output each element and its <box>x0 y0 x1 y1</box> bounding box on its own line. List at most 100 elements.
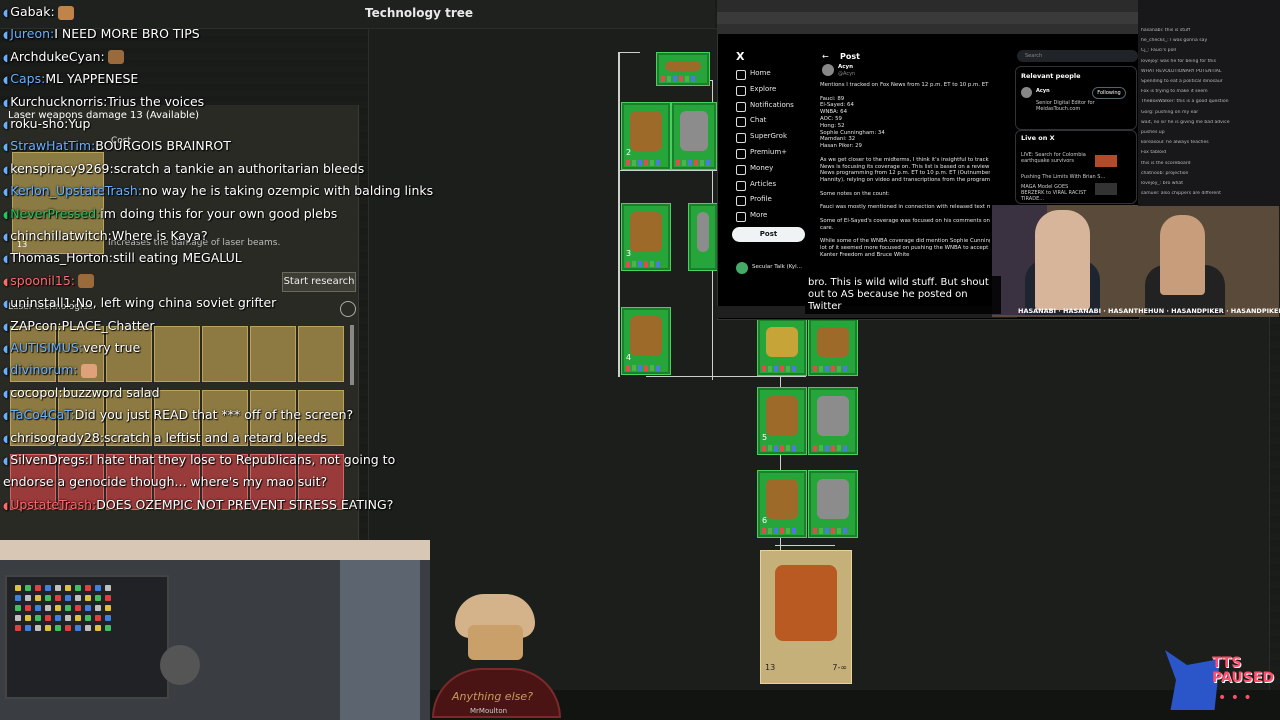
more-icon[interactable] <box>736 212 746 223</box>
twitch-chat-message: he_checks_: I was gonna say <box>1141 38 1208 44</box>
back-arrow-icon[interactable]: ← <box>822 52 829 61</box>
tech-node[interactable] <box>808 470 858 538</box>
chat-username[interactable]: chrisogrady28: <box>10 430 104 445</box>
home-icon[interactable] <box>736 70 746 80</box>
tech-node[interactable] <box>808 318 858 376</box>
tech-node[interactable] <box>656 52 710 86</box>
twitch-chat-message: Cj_: Fauci's poll <box>1141 48 1176 54</box>
stream-deck-key <box>15 615 21 621</box>
chat-username[interactable]: spoonil15: <box>10 273 75 288</box>
nav-item-more[interactable]: More <box>750 211 767 219</box>
browser-tab-strip[interactable] <box>717 0 1138 12</box>
nav-item-chat[interactable]: Chat <box>750 116 766 124</box>
browser-address-bar[interactable] <box>717 12 1138 24</box>
chat-username[interactable]: ArchdukeCyan: <box>10 49 104 64</box>
tech-cell[interactable] <box>154 326 200 382</box>
supergrok-icon[interactable] <box>736 133 746 144</box>
tech-node[interactable]: 5 <box>757 387 807 455</box>
chat-username[interactable]: uninstall1: <box>10 295 75 310</box>
chat-username[interactable]: divinorum: <box>10 362 77 377</box>
browser-bookmarks-bar[interactable] <box>717 24 1138 34</box>
post-line: Mentions I tracked on Fox News from 12 p… <box>820 82 989 88</box>
tech-cell[interactable] <box>202 326 248 382</box>
post-line <box>820 211 990 218</box>
chat-icon[interactable] <box>736 117 746 128</box>
tech-cell[interactable] <box>250 326 296 382</box>
chat-username[interactable]: Caps: <box>10 71 45 86</box>
chat-username[interactable]: ZAPcon: <box>10 318 61 333</box>
chat-username[interactable]: UpstateTrash: <box>10 497 96 512</box>
tech-list-scrollbar[interactable] <box>350 325 354 385</box>
tech-node[interactable]: 6 <box>757 470 807 538</box>
nav-item-premium[interactable]: Premium+ <box>750 148 787 156</box>
nav-item-notifications[interactable]: Notifications <box>750 101 794 109</box>
start-research-button[interactable]: Start research <box>282 272 356 292</box>
post-line: While some of the WNBA coverage did ment… <box>820 238 990 245</box>
live-item[interactable]: Pushing The Limits With Brian S... <box>1021 174 1105 180</box>
notifications-icon[interactable] <box>736 101 746 112</box>
nav-item-articles[interactable]: Articles <box>750 180 776 188</box>
tech-node[interactable]: 3 <box>621 203 671 271</box>
premium-icon[interactable] <box>736 149 746 159</box>
chat-message: ◖ Kerlon_UpstateTrash:no way he is taking… <box>3 183 433 198</box>
chat-message: ◖ chinchillatwitch:Where is Kaya? <box>3 228 208 243</box>
twitch-chat-message: this is the scoreboard <box>1141 160 1191 166</box>
tech-node[interactable]: 4 <box>621 307 671 375</box>
avatar[interactable] <box>736 262 748 274</box>
selected-tech-node[interactable]: 13 7-∞ <box>760 550 852 684</box>
chat-username[interactable]: Kurchucknorris: <box>10 94 107 109</box>
chat-username[interactable]: AUTISIMUS: <box>10 340 83 355</box>
chat-username[interactable]: roku-sho: <box>10 116 68 131</box>
stream-deck-key <box>95 585 101 591</box>
chat-username[interactable]: cocopol: <box>10 385 62 400</box>
nav-item-money[interactable]: Money <box>750 164 773 172</box>
live-item[interactable]: LIVE: Search for Colombia earthquake sur… <box>1021 152 1091 164</box>
post-button[interactable]: Post <box>732 227 805 242</box>
following-button[interactable]: Following <box>1092 87 1126 99</box>
tech-node[interactable] <box>757 318 807 376</box>
author-name[interactable]: Acyn <box>838 64 853 70</box>
live-thumbnail[interactable] <box>1095 155 1117 167</box>
tech-node[interactable] <box>671 102 717 170</box>
chat-username[interactable]: kenspiracy9269: <box>10 161 113 176</box>
chat-text: PLACE_Chatter <box>61 317 155 333</box>
chat-username[interactable]: NeverPressed: <box>10 206 100 221</box>
chat-username[interactable]: Gabak: <box>10 4 54 19</box>
tech-cell[interactable] <box>298 326 344 382</box>
tech-node[interactable]: 2 <box>621 102 671 170</box>
nav-item-explore[interactable]: Explore <box>750 85 776 93</box>
x-search-input[interactable]: Search <box>1017 50 1138 62</box>
chat-username[interactable]: StrawHatTim: <box>10 138 95 153</box>
nav-item-home[interactable]: Home <box>750 69 771 77</box>
stream-deck-key <box>45 625 51 631</box>
chat-text: very true <box>83 340 141 355</box>
chat-username[interactable]: SilvenDregs: <box>10 452 89 467</box>
explore-icon[interactable] <box>736 85 746 96</box>
post-line: care. <box>820 224 834 231</box>
x-logo[interactable]: X <box>736 50 744 63</box>
relevant-name[interactable]: Acyn <box>1036 88 1050 94</box>
chat-username[interactable]: Jureon: <box>10 26 54 41</box>
chat-username[interactable]: Kerlon_UpstateTrash: <box>10 183 142 198</box>
post-line: Fauci was mostly mentioned in connection… <box>820 204 990 211</box>
post-line <box>820 184 990 191</box>
account-name[interactable]: Secular Talk (Kyl... <box>752 264 802 270</box>
chat-username[interactable]: chinchillatwitch: <box>10 228 112 243</box>
nav-item-profile[interactable]: Profile <box>750 195 772 203</box>
articles-icon[interactable] <box>736 180 746 191</box>
chat-username[interactable]: Thomas_Horton: <box>10 250 113 265</box>
money-icon[interactable] <box>736 164 746 175</box>
microphone-icon <box>160 645 200 685</box>
tech-node[interactable] <box>808 387 858 455</box>
relevant-avatar[interactable] <box>1021 87 1032 98</box>
chat-text: Did you just READ that *** off of the sc… <box>74 407 354 423</box>
profile-icon[interactable] <box>736 196 746 207</box>
author-avatar[interactable] <box>822 64 834 76</box>
search-icon[interactable] <box>340 301 356 317</box>
live-thumbnail[interactable] <box>1095 183 1117 195</box>
nav-item-supergrok[interactable]: SuperGrok <box>750 132 787 140</box>
post-line: WNBA: 64 <box>820 109 848 116</box>
live-item[interactable]: MAGA Model GOES BERZERK to VIRAL RACIST … <box>1021 184 1091 202</box>
chat-username[interactable]: TaCo4CaT: <box>10 407 74 422</box>
tech-node[interactable] <box>688 203 718 271</box>
